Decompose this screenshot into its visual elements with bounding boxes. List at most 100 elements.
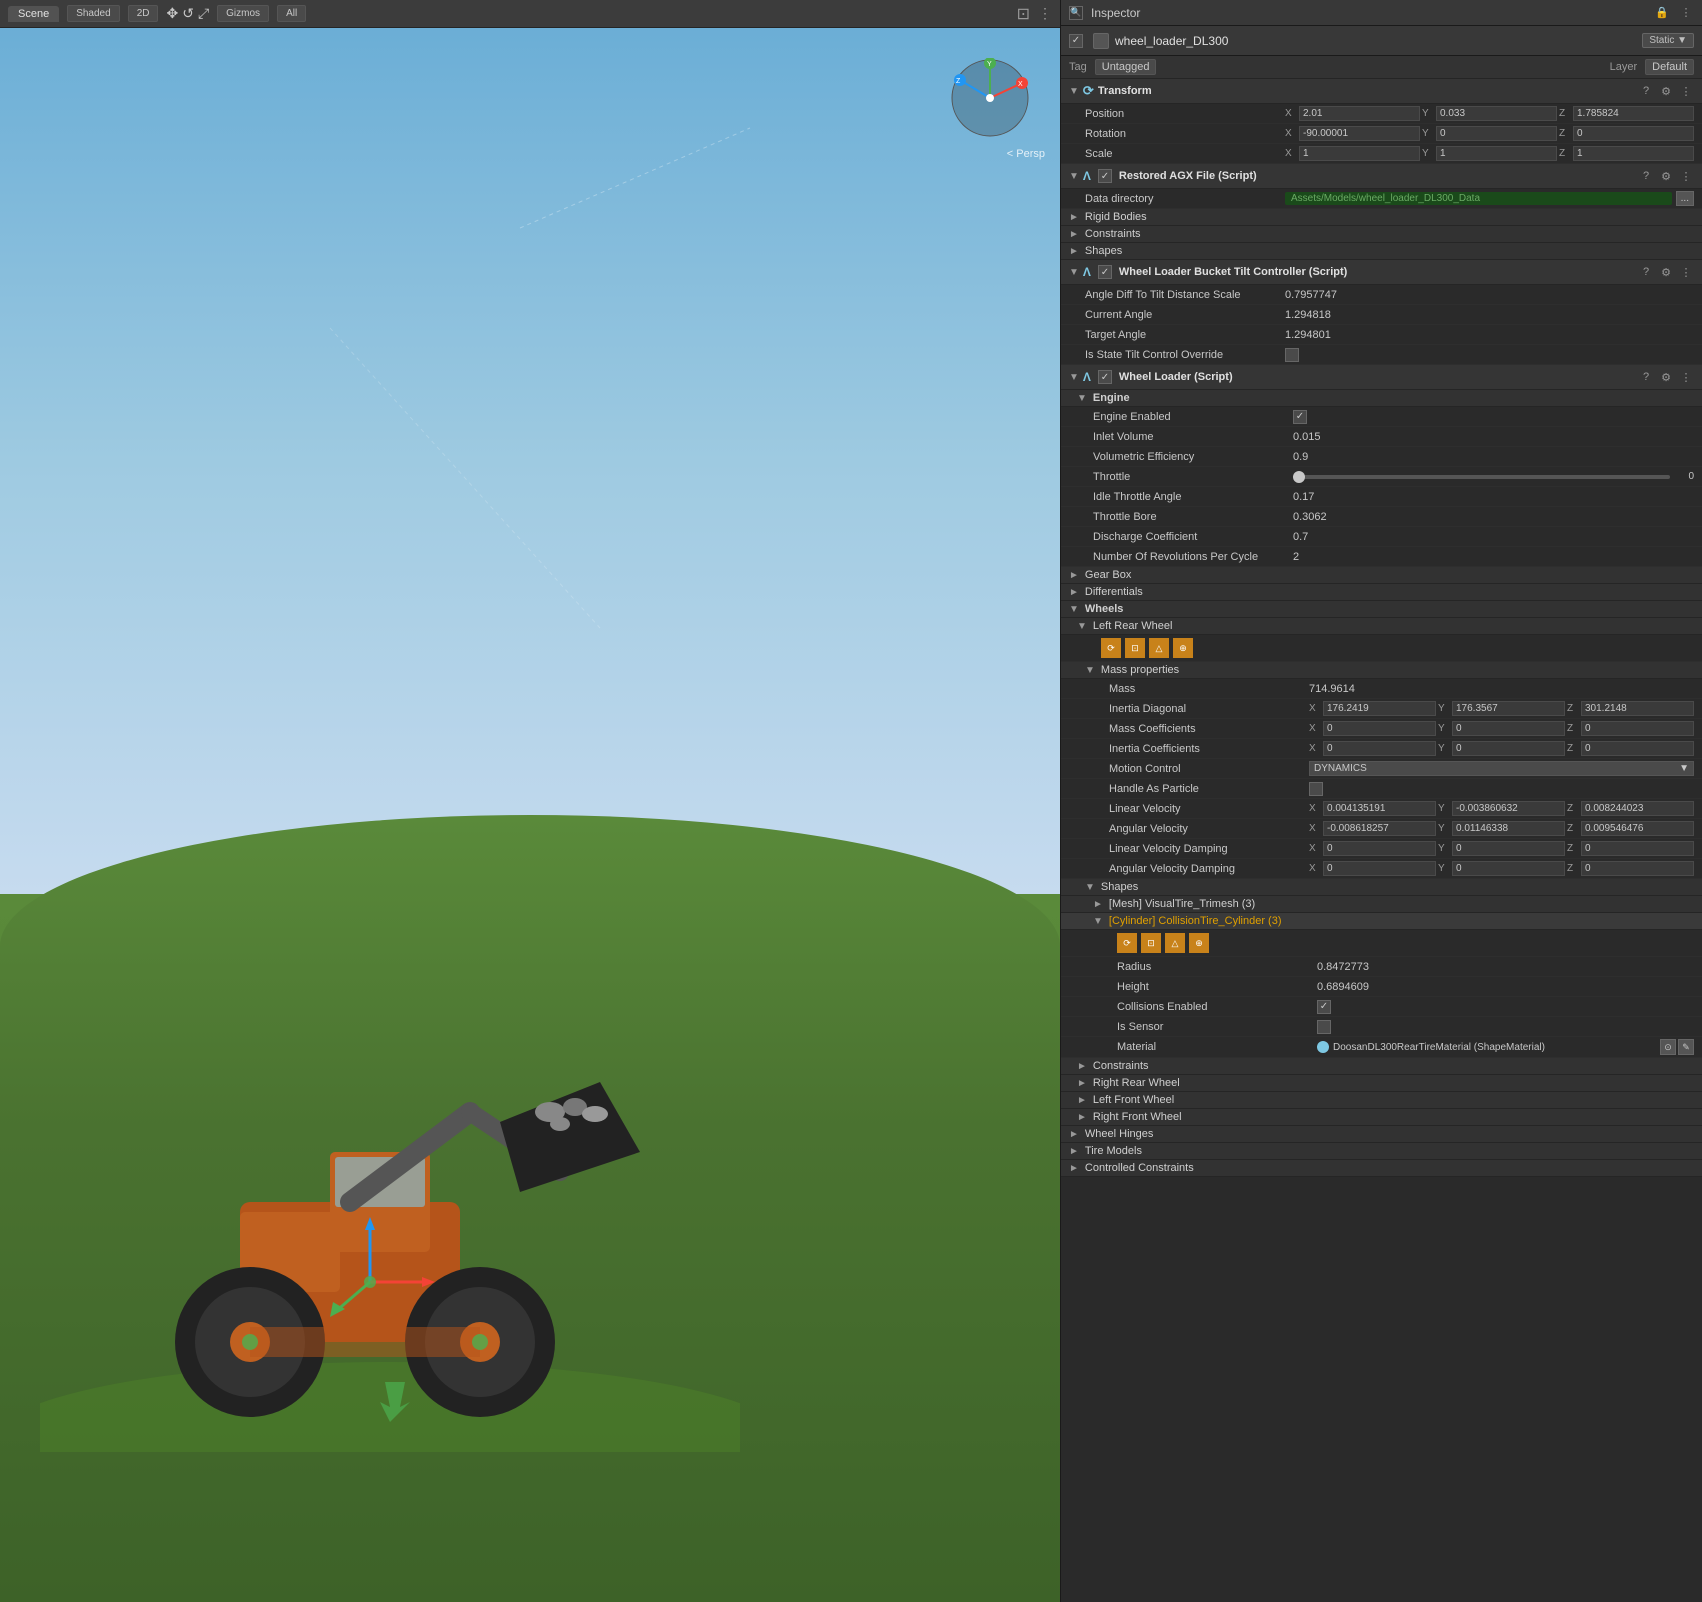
mass-coeff-x-field[interactable]: X 0 [1309, 721, 1436, 736]
engine-subsection-header[interactable]: ▼ Engine [1061, 390, 1702, 407]
bucket-tilt-help[interactable]: ? [1638, 264, 1654, 280]
target-angle-value[interactable]: 1.294801 [1285, 329, 1694, 341]
controlled-constraints-header[interactable]: ► Controlled Constraints [1061, 1160, 1702, 1177]
cyl-btn-4[interactable]: ⊕ [1189, 933, 1209, 953]
avd-y-value[interactable]: 0 [1452, 861, 1565, 876]
throttle-value[interactable]: 0 [1674, 471, 1694, 482]
move-icon[interactable]: ✥ [166, 5, 178, 22]
scene-viewport[interactable]: X Y Z < Persp [0, 28, 1060, 1602]
wheel-constraints-header[interactable]: ► Constraints [1061, 1058, 1702, 1075]
scale-icon[interactable]: ⤢ [198, 5, 209, 22]
discharge-coeff-value[interactable]: 0.7 [1293, 531, 1694, 543]
restored-agx-settings[interactable]: ⚙ [1658, 168, 1674, 184]
transform-help-icon[interactable]: ? [1638, 83, 1654, 99]
transform-more-icon[interactable]: ⋮ [1678, 83, 1694, 99]
scale-x-value[interactable]: 1 [1299, 146, 1420, 161]
inertia-x-field[interactable]: X 176.2419 [1309, 701, 1436, 716]
mass-coeff-y-value[interactable]: 0 [1452, 721, 1565, 736]
shapes-header[interactable]: ► Shapes [1061, 243, 1702, 260]
avd-y-field[interactable]: Y 0 [1438, 861, 1565, 876]
handle-as-particle-checkbox[interactable] [1309, 782, 1323, 796]
inertia-y-field[interactable]: Y 176.3567 [1438, 701, 1565, 716]
lv-z-value[interactable]: 0.008244023 [1581, 801, 1694, 816]
radius-value[interactable]: 0.8472773 [1317, 961, 1694, 973]
inertia-coeff-z-field[interactable]: Z 0 [1567, 741, 1694, 756]
position-x-field[interactable]: X 2.01 [1285, 106, 1420, 121]
wheel-loader-more[interactable]: ⋮ [1678, 369, 1694, 385]
maximize-icon[interactable]: ⊡ [1017, 4, 1030, 24]
rotation-x-value[interactable]: -90.00001 [1299, 126, 1420, 141]
position-z-value[interactable]: 1.785824 [1573, 106, 1694, 121]
avd-z-value[interactable]: 0 [1581, 861, 1694, 876]
scale-y-value[interactable]: 1 [1436, 146, 1557, 161]
av-y-field[interactable]: Y 0.01146338 [1438, 821, 1565, 836]
position-x-value[interactable]: 2.01 [1299, 106, 1420, 121]
shade-mode[interactable]: Shaded [67, 5, 119, 22]
mass-value[interactable]: 714.9614 [1309, 683, 1694, 695]
material-target-btn[interactable]: ⊙ [1660, 1039, 1676, 1055]
rotation-x-field[interactable]: X -90.00001 [1285, 126, 1420, 141]
bucket-tilt-more[interactable]: ⋮ [1678, 264, 1694, 280]
scale-z-value[interactable]: 1 [1573, 146, 1694, 161]
gizmos-btn[interactable]: Gizmos [217, 5, 269, 22]
mass-coeff-z-field[interactable]: Z 0 [1567, 721, 1694, 736]
right-rear-wheel-header[interactable]: ► Right Rear Wheel [1061, 1075, 1702, 1092]
inertia-coeff-y-value[interactable]: 0 [1452, 741, 1565, 756]
rotation-y-value[interactable]: 0 [1436, 126, 1557, 141]
position-y-value[interactable]: 0.033 [1436, 106, 1557, 121]
material-edit-btn[interactable]: ✎ [1678, 1039, 1694, 1055]
restored-agx-more[interactable]: ⋮ [1678, 168, 1694, 184]
avd-x-field[interactable]: X 0 [1309, 861, 1436, 876]
tag-value[interactable]: Untagged [1095, 59, 1157, 75]
restored-agx-help[interactable]: ? [1638, 168, 1654, 184]
inspector-content[interactable]: wheel_loader_DL300 Static ▼ Tag Untagged… [1061, 26, 1702, 1602]
wheel-btn-4[interactable]: ⊕ [1173, 638, 1193, 658]
more-options-icon[interactable]: ⋮ [1678, 5, 1694, 21]
lvd-x-value[interactable]: 0 [1323, 841, 1436, 856]
left-rear-wheel-header[interactable]: ▼ Left Rear Wheel [1061, 618, 1702, 635]
lv-y-value[interactable]: -0.003860632 [1452, 801, 1565, 816]
menu-icon[interactable]: ⋮ [1038, 5, 1052, 22]
lvd-z-field[interactable]: Z 0 [1567, 841, 1694, 856]
av-x-field[interactable]: X -0.008618257 [1309, 821, 1436, 836]
rotation-z-field[interactable]: Z 0 [1559, 126, 1694, 141]
right-front-wheel-header[interactable]: ► Right Front Wheel [1061, 1109, 1702, 1126]
position-y-field[interactable]: Y 0.033 [1422, 106, 1557, 121]
engine-enabled-checkbox[interactable] [1293, 410, 1307, 424]
collisions-enabled-checkbox[interactable] [1317, 1000, 1331, 1014]
rotation-z-value[interactable]: 0 [1573, 126, 1694, 141]
is-state-checkbox[interactable] [1285, 348, 1299, 362]
mass-coeff-y-field[interactable]: Y 0 [1438, 721, 1565, 736]
rigid-bodies-header[interactable]: ► Rigid Bodies [1061, 209, 1702, 226]
transform-section-header[interactable]: ▼ ⟳ Transform ? ⚙ ⋮ [1061, 79, 1702, 104]
idle-throttle-value[interactable]: 0.17 [1293, 491, 1694, 503]
avd-x-value[interactable]: 0 [1323, 861, 1436, 876]
av-z-field[interactable]: Z 0.009546476 [1567, 821, 1694, 836]
differentials-header[interactable]: ► Differentials [1061, 584, 1702, 601]
inlet-volume-value[interactable]: 0.015 [1293, 431, 1694, 443]
lv-y-field[interactable]: Y -0.003860632 [1438, 801, 1565, 816]
motion-control-dropdown[interactable]: DYNAMICS ▼ [1309, 761, 1694, 776]
static-badge[interactable]: Static ▼ [1642, 33, 1694, 48]
object-active-checkbox[interactable] [1069, 34, 1083, 48]
is-sensor-checkbox[interactable] [1317, 1020, 1331, 1034]
inertia-coeff-x-value[interactable]: 0 [1323, 741, 1436, 756]
tire-models-header[interactable]: ► Tire Models [1061, 1143, 1702, 1160]
avd-z-field[interactable]: Z 0 [1567, 861, 1694, 876]
cyl-btn-3[interactable]: △ [1165, 933, 1185, 953]
current-angle-value[interactable]: 1.294818 [1285, 309, 1694, 321]
bucket-tilt-header[interactable]: ▼ Λ Wheel Loader Bucket Tilt Controller … [1061, 260, 1702, 285]
lv-x-field[interactable]: X 0.004135191 [1309, 801, 1436, 816]
all-btn[interactable]: All [277, 5, 306, 22]
lvd-x-field[interactable]: X 0 [1309, 841, 1436, 856]
wheel-loader-settings[interactable]: ⚙ [1658, 369, 1674, 385]
scale-x-field[interactable]: X 1 [1285, 146, 1420, 161]
bucket-tilt-settings[interactable]: ⚙ [1658, 264, 1674, 280]
wheels-header[interactable]: ▼ Wheels [1061, 601, 1702, 618]
scale-y-field[interactable]: Y 1 [1422, 146, 1557, 161]
data-directory-browse[interactable]: ... [1676, 191, 1694, 206]
wheel-btn-3[interactable]: △ [1149, 638, 1169, 658]
lv-x-value[interactable]: 0.004135191 [1323, 801, 1436, 816]
lvd-y-field[interactable]: Y 0 [1438, 841, 1565, 856]
wheel-hinges-header[interactable]: ► Wheel Hinges [1061, 1126, 1702, 1143]
